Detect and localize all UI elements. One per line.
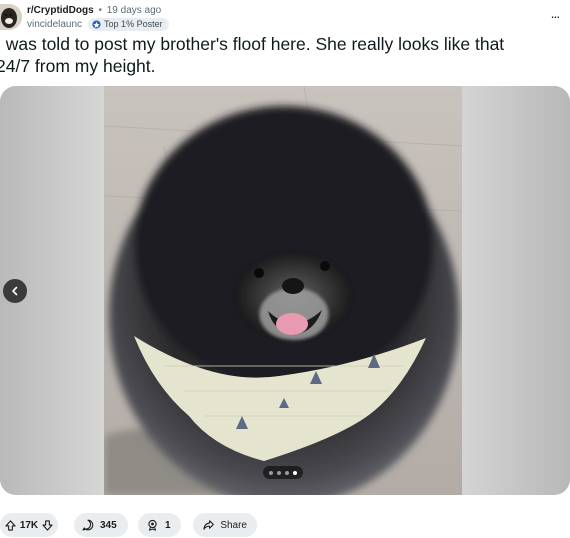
subreddit-link[interactable]: r/CryptidDogs [27, 5, 94, 16]
post-title-line-2: 24/7 from my height. [0, 56, 156, 76]
post-meta-bottom: vincidelaunc Top 1% Poster [27, 18, 169, 31]
carousel-prev-button[interactable] [3, 279, 27, 303]
vote-control: 17K [0, 513, 58, 537]
subreddit-avatar[interactable] [0, 4, 22, 30]
gallery-image-dog[interactable] [104, 86, 462, 495]
share-button[interactable]: Share [193, 513, 257, 537]
carousel-dot-active[interactable] [293, 470, 297, 475]
top-poster-icon [92, 20, 101, 29]
carousel-dot[interactable] [285, 470, 289, 475]
comment-bubble-icon [82, 519, 94, 531]
award-button[interactable]: 1 [138, 513, 181, 537]
post-meta-top: r/CryptidDogs • 19 days ago [27, 5, 161, 17]
more-options-button[interactable]: ... [544, 6, 566, 24]
post-action-bar: 17K 345 1 Share [0, 513, 257, 537]
flair-label: Top 1% Poster [104, 19, 163, 29]
post-title-line-1: I was told to post my brother's floof he… [0, 34, 505, 54]
award-icon [148, 519, 157, 531]
post-timestamp: 19 days ago [106, 5, 162, 16]
image-gallery[interactable] [0, 86, 570, 495]
chevron-left-icon [12, 286, 18, 296]
comments-button[interactable]: 345 [74, 513, 128, 537]
award-count: 1 [165, 519, 171, 531]
post-header: r/CryptidDogs • 19 days ago vincidelaunc… [0, 2, 570, 32]
author-link[interactable]: vincidelaunc [27, 19, 82, 31]
carousel-dot[interactable] [277, 470, 281, 475]
share-arrow-icon [203, 520, 214, 530]
dog-photo [104, 86, 462, 495]
comment-count: 345 [100, 519, 117, 531]
arrow-down-icon [42, 519, 53, 531]
meta-separator: • [98, 5, 102, 16]
share-label: Share [220, 519, 247, 531]
carousel-dot[interactable] [269, 470, 273, 475]
arrow-up-icon [5, 519, 16, 531]
vote-count: 17K [19, 519, 39, 531]
carousel-indicator [263, 466, 303, 479]
post-title[interactable]: I was told to post my brother's floof he… [0, 33, 570, 77]
upvote-button[interactable] [4, 518, 17, 532]
downvote-button[interactable] [41, 518, 54, 532]
user-flair-badge: Top 1% Poster [88, 18, 169, 31]
